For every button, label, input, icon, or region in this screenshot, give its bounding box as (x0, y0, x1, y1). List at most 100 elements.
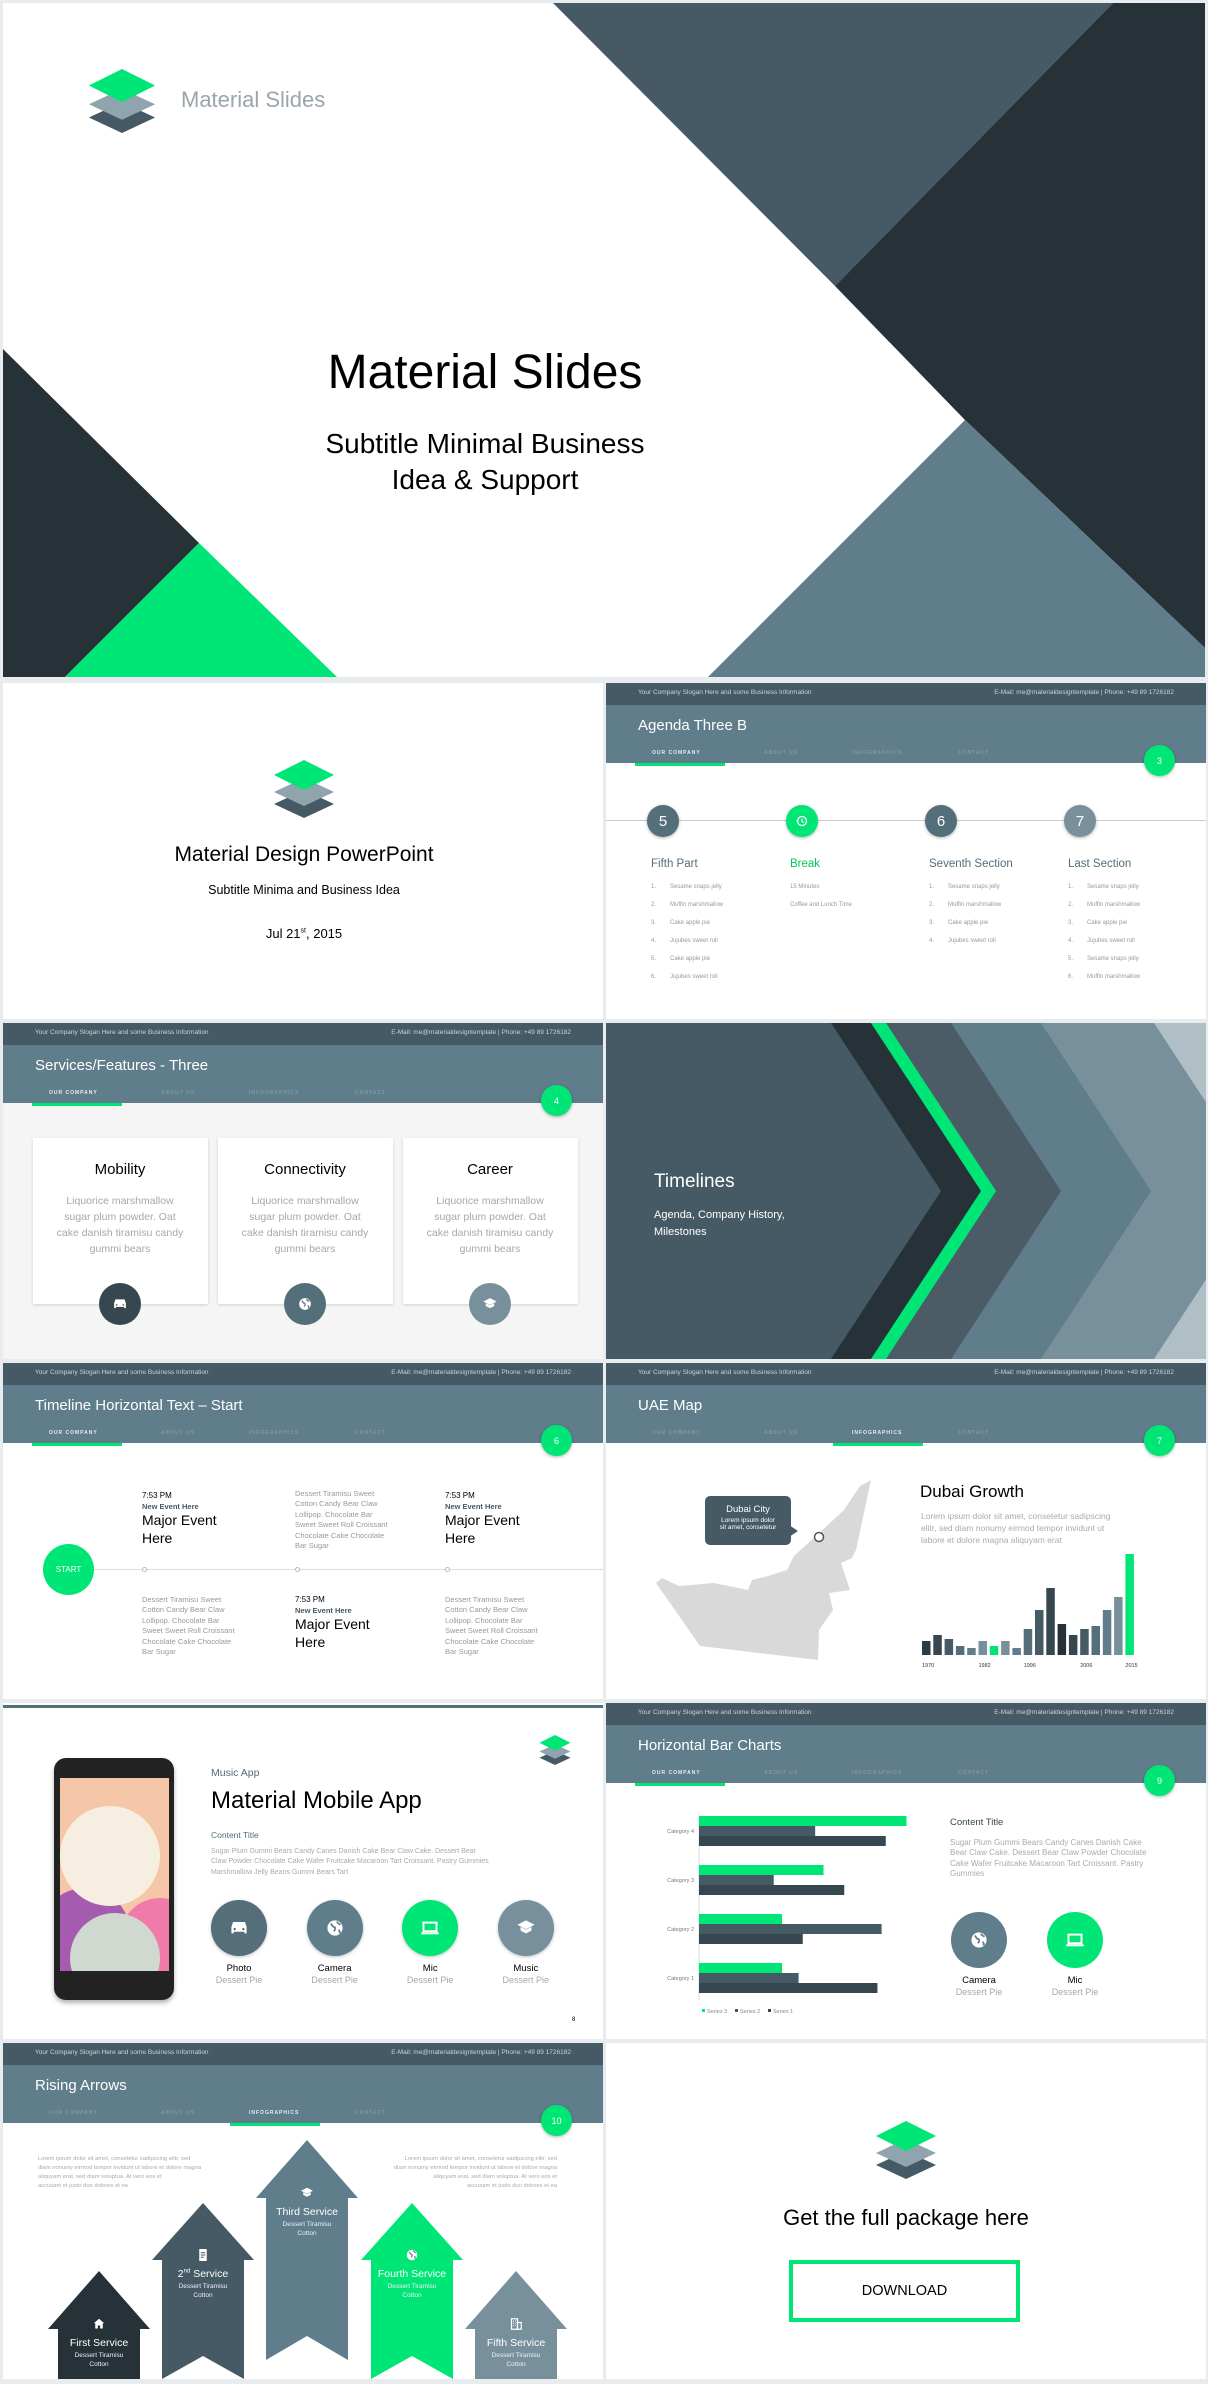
service-icon-button[interactable] (284, 1283, 326, 1325)
feature-sublabel: Dessert Pie (311, 1975, 358, 1985)
tab-contact[interactable]: CONTACT (958, 750, 989, 756)
growth-bar (1068, 1635, 1078, 1655)
phone-mockup (54, 1758, 174, 2000)
hbar-series-1 (699, 1885, 845, 1895)
event-label: New Event Here (295, 1606, 352, 1615)
event-description-line: Chocolate Cake Chocolate (142, 1636, 232, 1646)
hbar-series-3 (699, 1865, 824, 1875)
agenda-list-item: Cake apple pie (670, 956, 711, 962)
active-tab-indicator (635, 763, 725, 766)
service-arrow (256, 2140, 358, 2360)
event-description-line: Dessert Tiramisu Sweet (445, 1595, 525, 1604)
page-number-badge: 4 (541, 1085, 572, 1116)
agenda-line (606, 820, 1206, 821)
category-label: Category 1 (667, 1976, 694, 1982)
timeline-horizontal-slide: Your Company Slogan Here and some Busine… (3, 1363, 603, 1699)
company-slogan: Your Company Slogan Here and some Busine… (35, 1369, 209, 1376)
tab-our-company[interactable]: OUR COMPANY (49, 1430, 98, 1436)
tab-about-us[interactable]: ABOUT US (161, 1430, 195, 1436)
timeline-dot (142, 1567, 147, 1572)
arrow-title: Third Service (276, 2206, 338, 2218)
slide-title: Agenda Three B (638, 717, 747, 734)
list-number: 3. (1068, 920, 1074, 926)
agenda-marker: 5 (647, 805, 679, 837)
rising-arrows-slide: Your Company Slogan Here and some Busine… (3, 2043, 603, 2379)
service-body-line: Liquorice marshmallow (436, 1195, 544, 1207)
feature-camera-button[interactable] (306, 1900, 363, 1956)
car-icon (226, 1915, 252, 1941)
growth-bar-chart: 1970 1982 1996 2006 2015 (922, 1554, 1138, 1669)
list-number: 4. (1068, 938, 1074, 944)
arrow-icon-wrap (90, 2315, 108, 2338)
tab-contact[interactable]: CONTACT (355, 1430, 386, 1436)
tab-infographics[interactable]: INFOGRAPHICS (249, 1430, 299, 1436)
service-icon-button[interactable] (99, 1283, 141, 1325)
growth-bar (989, 1646, 999, 1655)
feature-photo-button[interactable] (211, 1900, 267, 1956)
download-button[interactable]: DOWNLOAD (789, 2260, 1020, 2322)
horizontal-bar-chart: Category 1 Category 2 Category 3 Category 4… (667, 1813, 907, 2015)
tab-our-company[interactable]: OUR COMPANY (652, 750, 701, 756)
list-number: 1. (929, 884, 935, 890)
hbar-body-line: Gummies (950, 1869, 985, 1879)
tab-infographics[interactable]: INFOGRAPHICS (249, 1090, 299, 1096)
feature-mic-button[interactable] (1047, 1912, 1103, 1968)
cover-subtitle-1: Subtitle Minimal Business (325, 428, 645, 459)
active-tab-indicator (32, 1443, 122, 1446)
feature-label: Camera (962, 1975, 996, 1986)
tab-contact[interactable]: CONTACT (355, 1090, 386, 1096)
growth-bar (955, 1646, 965, 1655)
service-body-line: Liquorice marshmallow (66, 1195, 174, 1207)
event-description-line: Chocolate Cake Chocolate (445, 1636, 535, 1646)
mobile-body-line: Claw Powder Chocolate Cake Wafer Fruitca… (211, 1858, 489, 1866)
agenda-slide: Your Company Slogan Here and some Busine… (606, 683, 1206, 1019)
company-slogan: Your Company Slogan Here and some Busine… (638, 689, 812, 696)
list-number: 5. (651, 956, 657, 962)
agenda-list-item: Jujubes sweet roll (1087, 938, 1135, 944)
top-rule (3, 1705, 603, 1708)
hbar-series-3 (699, 1816, 907, 1826)
arrow-subtitle: Dessert Tiramisu (491, 2352, 541, 2359)
agenda-list-item: Sesame snaps jelly (1087, 884, 1139, 890)
feature-mic-button[interactable] (402, 1900, 459, 1956)
start-label: START (55, 1565, 82, 1574)
agenda-list-item: Jujubes sweet roll (670, 974, 718, 980)
cover-title: Material Slides (327, 346, 643, 399)
arrow-icon-wrap (194, 2246, 212, 2269)
feature-camera-button[interactable] (951, 1912, 1007, 1968)
event-description-line: Dessert Tiramisu Sweet (142, 1595, 222, 1604)
feature-sublabel: Dessert Pie (955, 1987, 1003, 1997)
timelines-title: Timelines (654, 1171, 735, 1192)
service-icon-button[interactable] (469, 1283, 511, 1325)
tab-about-us[interactable]: ABOUT US (764, 750, 798, 756)
growth-bar (933, 1635, 942, 1655)
agenda-list-item: Muffin marshmallow (1087, 974, 1141, 980)
agenda-marker: 7 (1064, 805, 1096, 837)
event-description-line: Bar Sugar (295, 1541, 329, 1550)
feature-music-button[interactable] (497, 1900, 554, 1956)
feature-sublabel: Dessert Pie (215, 1975, 263, 1985)
page-number-badge: 9 (1144, 1765, 1175, 1796)
download-heading: Get the full package here (783, 2205, 1029, 2230)
hbar-series-2 (699, 1826, 816, 1836)
timeline-line (93, 1569, 603, 1570)
tab-infographics[interactable]: INFOGRAPHICS (852, 750, 902, 756)
hbar-series-3 (699, 1963, 782, 1973)
cover-slide: Material Slides Material Slides Subtitle… (3, 3, 1205, 677)
tab-contact[interactable]: CONTACT (958, 1770, 989, 1776)
event-description-line: Bar Sugar (142, 1647, 176, 1656)
agenda-list-item: 15 Minutes (790, 884, 820, 890)
service-body-line: gummi bears (89, 1243, 151, 1255)
hbar-series-3 (699, 1914, 782, 1924)
growth-bar (967, 1648, 976, 1655)
event-description-line: Lollipop. Chocolate Bar (295, 1509, 373, 1519)
tab-about-us[interactable]: ABOUT US (161, 1090, 195, 1096)
event-label: New Event Here (445, 1502, 502, 1511)
arrow-title: Fourth Service (377, 2268, 447, 2280)
service-arrow (361, 2203, 463, 2379)
globe-icon (403, 2246, 421, 2264)
tab-our-company[interactable]: OUR COMPANY (49, 1090, 98, 1096)
laptop-icon (417, 1915, 443, 1941)
list-number: 3. (651, 920, 657, 926)
year-tick-label: 2006 (1080, 1663, 1092, 1669)
